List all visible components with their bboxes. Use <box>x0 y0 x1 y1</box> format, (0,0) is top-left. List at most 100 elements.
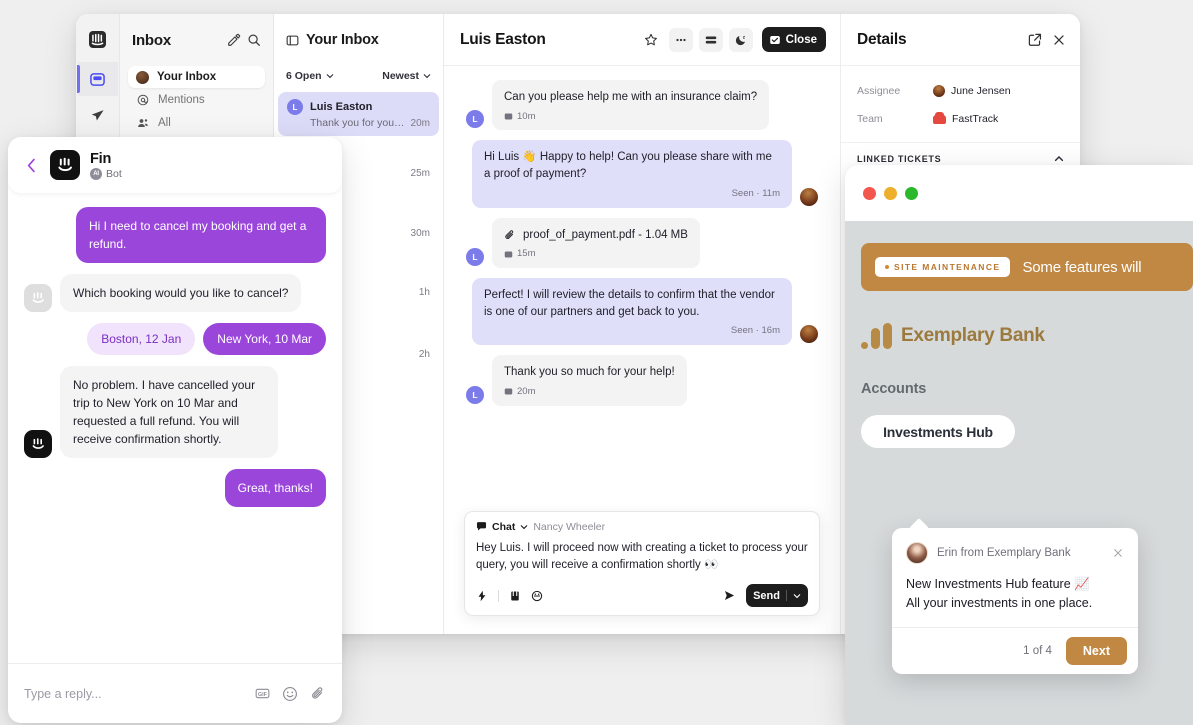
conversation-preview: Thank you for your... <box>310 117 405 129</box>
fin-composer: Type a reply... GIF <box>8 663 342 723</box>
merge-icon[interactable] <box>698 27 723 52</box>
accounts-heading: Accounts <box>861 381 927 397</box>
snooze-icon[interactable]: z <box>728 27 753 52</box>
chat-icon <box>476 522 487 531</box>
window-close-button[interactable] <box>863 186 876 200</box>
fin-message-row: Great, thanks! <box>24 469 326 507</box>
tour-header: Erin from Exemplary Bank <box>892 528 1138 564</box>
sidebar-item-label: All <box>158 117 171 129</box>
bank-brand-name: Exemplary Bank <box>901 325 1045 346</box>
status-dot-icon <box>885 265 889 269</box>
send-arrow-icon[interactable] <box>723 589 736 602</box>
sidebar-item-label: Your Inbox <box>157 71 217 83</box>
gif-icon[interactable]: GIF <box>255 686 270 701</box>
details-section-linked-tickets[interactable]: LINKED TICKETS <box>841 142 1080 164</box>
tour-line-2: All your investments in one place. <box>906 596 1093 611</box>
window-minimize-button[interactable] <box>884 186 897 200</box>
svg-text:GIF: GIF <box>258 692 268 698</box>
people-icon <box>136 117 150 129</box>
window-maximize-button[interactable] <box>905 186 918 200</box>
saved-reply-icon[interactable] <box>509 590 521 602</box>
avatar: L <box>287 99 303 115</box>
send-button[interactable]: Send <box>746 584 808 607</box>
field-key: Team <box>857 113 883 125</box>
message-row: Hi Luis 👋 Happy to help! Can you please … <box>466 140 818 208</box>
tour-body: New Investments Hub feature 📈 All your i… <box>892 564 1138 627</box>
sidebar-item-inbox[interactable] <box>76 62 118 96</box>
conversation-time: 1h <box>418 287 430 298</box>
reply-composer[interactable]: Chat Nancy Wheeler Hey Luis. I will proc… <box>464 510 820 616</box>
sidebar-item-all[interactable]: All <box>128 112 265 134</box>
fin-message-bubble: Great, thanks! <box>224 469 326 507</box>
message-thread: L Can you please help me with an insuran… <box>444 66 840 511</box>
conversation-list-header: Your Inbox <box>274 14 443 66</box>
chevron-up-icon <box>1054 156 1064 162</box>
emoji-icon[interactable] <box>282 686 298 702</box>
channel-icon <box>504 113 513 120</box>
close-conversation-button[interactable]: Close <box>761 27 826 52</box>
fin-reply-input[interactable]: Type a reply... <box>24 687 243 701</box>
investments-hub-pill[interactable]: Investments Hub <box>861 415 1015 448</box>
send-button-label: Send <box>753 589 780 602</box>
fin-message-row: Which booking would you like to cancel? <box>24 274 326 312</box>
message-text: Perfect! I will review the details to co… <box>484 288 775 318</box>
composer-mode[interactable]: Chat <box>492 521 515 533</box>
message-row: L Thank you so much for your help! 20m <box>466 355 818 406</box>
open-filter[interactable]: 6 Open <box>286 70 334 82</box>
composer-draft-text[interactable]: Hey Luis. I will proceed now with creati… <box>476 540 808 575</box>
close-details-icon[interactable] <box>1052 33 1066 47</box>
message-row: L Can you please help me with an insuran… <box>466 80 818 131</box>
close-icon[interactable] <box>1112 547 1124 559</box>
fin-message-bubble: No problem. I have cancelled your trip t… <box>60 366 278 458</box>
attachment-name[interactable]: proof_of_payment.pdf - 1.04 MB <box>523 227 688 244</box>
product-tour-tooltip: Erin from Exemplary Bank New Investments… <box>892 528 1138 674</box>
emoji-icon[interactable] <box>531 590 543 602</box>
intercom-logo-icon[interactable] <box>78 22 118 56</box>
compose-icon[interactable] <box>227 33 241 47</box>
quick-reply-new-york[interactable]: New York, 10 Mar <box>203 323 326 355</box>
conversation-time: 30m <box>410 228 430 239</box>
conversation-time: 2h <box>418 349 430 360</box>
fin-subtitle: AI Bot <box>90 167 122 180</box>
message-meta: Seen · 11m <box>731 187 780 199</box>
tour-line-1: New Investments Hub feature 📈 <box>906 577 1090 591</box>
open-external-icon[interactable] <box>1028 33 1042 47</box>
sort-filter[interactable]: Newest <box>382 70 431 82</box>
quick-reply-boston[interactable]: Boston, 12 Jan <box>87 323 196 355</box>
fin-message-bubble: Which booking would you like to cancel? <box>60 274 302 312</box>
send-divider <box>786 590 787 601</box>
message-bubble: proof_of_payment.pdf - 1.04 MB 15m <box>492 217 700 268</box>
fin-message-thread: Hi I need to cancel my booking and get a… <box>8 193 342 663</box>
sidebar-item-your-inbox[interactable]: Your Inbox <box>128 66 265 88</box>
attachment-icon[interactable] <box>310 686 326 702</box>
message-meta: 20m <box>504 385 675 399</box>
next-button[interactable]: Next <box>1065 636 1127 665</box>
message-meta: Seen · 16m <box>730 325 780 337</box>
message-text: Can you please help me with an insurance… <box>504 91 758 103</box>
open-filter-label: 6 Open <box>286 70 322 82</box>
details-field-assignee[interactable]: Assignee June Jensen <box>841 80 1080 102</box>
channel-icon <box>504 388 513 395</box>
fin-message-row: No problem. I have cancelled your trip t… <box>24 366 326 458</box>
sidebar-item-mentions[interactable]: Mentions <box>128 89 265 111</box>
sidebar-item-outbound[interactable] <box>78 98 118 132</box>
field-value: FastTrack <box>933 111 998 125</box>
conversation-time: 20m <box>410 118 430 129</box>
search-icon[interactable] <box>247 33 261 47</box>
ai-badge: AI <box>90 167 102 180</box>
back-icon[interactable] <box>22 158 40 173</box>
field-key: Assignee <box>857 85 901 97</box>
at-icon <box>136 94 150 106</box>
details-field-team[interactable]: Team FastTrack <box>841 108 1080 130</box>
conversation-list-item[interactable]: L Luis Easton Thank you for your... 20m <box>278 92 439 136</box>
message-time: 10m <box>517 110 536 122</box>
lightning-icon[interactable] <box>476 590 488 602</box>
composer-author: Nancy Wheeler <box>533 520 606 533</box>
star-icon[interactable] <box>639 28 663 52</box>
chevron-down-icon <box>793 593 801 598</box>
bank-logo-icon <box>861 323 892 349</box>
more-icon[interactable] <box>668 27 693 52</box>
conversation-list-title: Your Inbox <box>306 32 379 48</box>
fin-name: Fin <box>90 150 112 167</box>
tour-counter: 1 of 4 <box>1023 644 1052 657</box>
